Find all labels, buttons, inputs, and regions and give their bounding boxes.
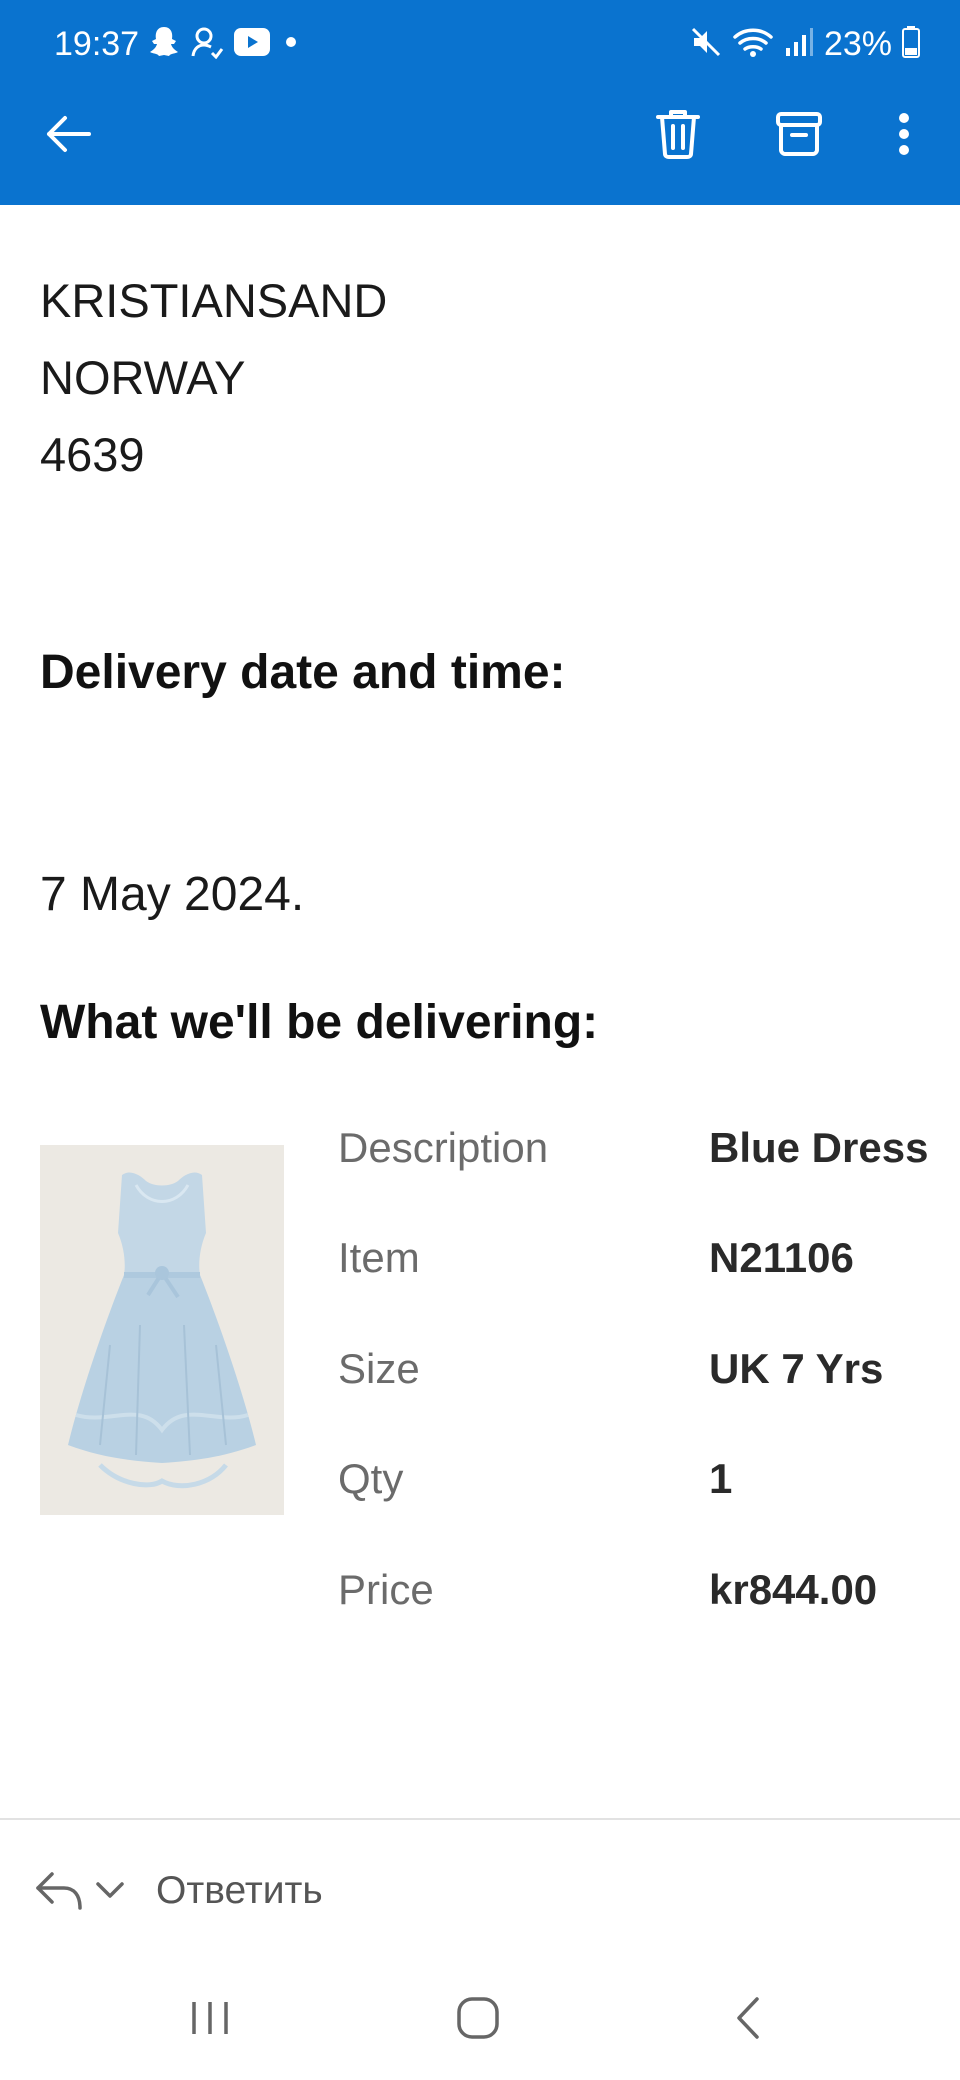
detail-label: Price: [338, 1566, 434, 1613]
youtube-icon: [234, 27, 270, 61]
detail-row-size: Size UK 7 Yrs: [338, 1339, 960, 1399]
detail-row-item: Item N21106: [338, 1228, 960, 1288]
dot-icon: [280, 31, 302, 58]
delivery-date-heading: Delivery date and time:: [40, 646, 566, 699]
detail-label: Qty: [338, 1455, 404, 1502]
detail-value: N21106: [709, 1234, 854, 1281]
detail-value: kr844.00: [709, 1566, 878, 1613]
wifi-icon: [732, 25, 774, 64]
detail-value: Blue Dress: [709, 1124, 929, 1171]
app-bar: 19:37 23%: [0, 0, 960, 205]
reply-options[interactable]: [34, 1864, 126, 1920]
detail-value: 1: [709, 1455, 733, 1502]
toolbar: [0, 100, 960, 172]
recent-apps-icon: [188, 1998, 232, 2043]
back-icon: [733, 1995, 763, 2046]
recent-apps-button[interactable]: [162, 1984, 258, 2056]
detail-row-qty: Qty 1: [338, 1449, 960, 1509]
detail-row-description: Description Blue Dress: [338, 1118, 960, 1178]
delete-icon: [655, 108, 701, 165]
reply-button-label[interactable]: Ответить: [156, 1863, 323, 1919]
address-country: NORWAY: [40, 351, 246, 404]
reply-bar[interactable]: Ответить: [0, 1820, 960, 1962]
detail-label: Size: [338, 1345, 420, 1392]
mute-icon: [690, 26, 722, 63]
more-vertical-icon: [897, 112, 911, 161]
address-postcode: 4639: [40, 428, 145, 481]
detail-label: Item: [338, 1234, 420, 1281]
back-arrow-icon: [43, 112, 93, 161]
detail-value: UK 7 Yrs: [709, 1345, 884, 1392]
snapchat-icon: [148, 25, 180, 64]
battery-icon: [902, 25, 920, 63]
delete-button[interactable]: [642, 100, 714, 172]
status-time: 19:37: [54, 25, 140, 63]
blue-dress-image: [40, 1145, 284, 1515]
items-heading: What we'll be delivering:: [40, 996, 599, 1049]
more-options-button[interactable]: [868, 100, 940, 172]
system-nav-bar: [0, 1962, 960, 2080]
home-button[interactable]: [430, 1984, 526, 2056]
home-icon: [455, 1995, 501, 2046]
status-icons-right: 23%: [690, 22, 920, 66]
reply-icon[interactable]: [34, 1868, 84, 1917]
system-back-button[interactable]: [700, 1984, 796, 2056]
status-bar: 19:37 23%: [0, 0, 960, 88]
contact-sync-icon: [190, 25, 224, 64]
detail-row-price: Price kr844.00: [338, 1560, 960, 1620]
back-button[interactable]: [32, 100, 104, 172]
address-city: KRISTIANSAND: [40, 274, 388, 327]
status-icons-left: [148, 26, 302, 62]
delivery-date: 7 May 2024.: [40, 868, 305, 921]
chevron-down-icon[interactable]: [94, 1878, 126, 1907]
detail-label: Description: [338, 1124, 549, 1171]
battery-percentage: 23%: [823, 25, 892, 63]
signal-icon: [784, 26, 814, 63]
archive-button[interactable]: [763, 100, 835, 172]
archive-icon: [775, 110, 823, 163]
